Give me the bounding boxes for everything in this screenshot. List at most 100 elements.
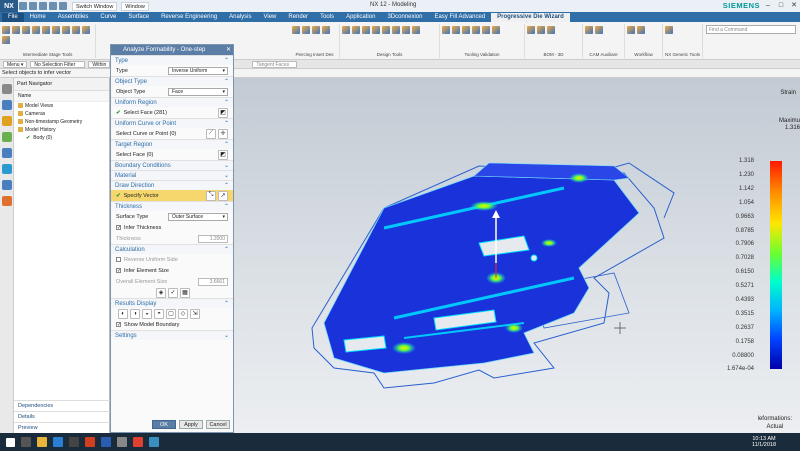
tab-analysis[interactable]: Analysis [223,13,257,22]
powerpoint-icon[interactable] [85,437,95,447]
point-dialog-icon[interactable]: ✛ [218,128,228,139]
calculate-icon[interactable]: ◈ [156,287,166,298]
tool-icon[interactable] [2,36,10,44]
ok-button[interactable]: OK [152,420,176,429]
part-navigator-icon[interactable] [2,100,12,110]
section-settings[interactable]: Settings ⌄ [111,330,233,340]
cancel-button[interactable]: Cancel [206,420,230,429]
tool-icon[interactable] [302,26,310,34]
tool-icon[interactable] [627,26,635,34]
save-icon[interactable] [19,2,27,10]
selection-filter-dropdown[interactable]: No Selection Filter [30,60,86,68]
apply-button[interactable]: Apply [179,420,203,429]
windows-start-icon[interactable] [6,437,15,447]
roles-icon[interactable] [2,196,12,206]
infer-thickness-checkbox[interactable]: ✓ [116,225,121,231]
tool-icon[interactable] [32,26,40,34]
clock[interactable]: 10:13 AM 11/1/2018 [752,436,776,448]
surface-type-dropdown[interactable]: Outer Surface [168,212,228,221]
select-curve-icon[interactable]: ⟋ [206,128,216,139]
settings-icon[interactable] [2,84,12,94]
tool-icon[interactable] [595,26,603,34]
tool-icon[interactable] [665,26,673,34]
tool-icon[interactable] [382,26,390,34]
result-flc-icon[interactable]: ◓ [154,308,164,319]
tool-icon[interactable] [547,26,555,34]
type-dropdown[interactable]: Inverse Uniform [168,66,228,75]
section-results-display[interactable]: Results Display ⌃ [111,298,233,308]
find-command-input[interactable]: Find a Command [706,25,796,34]
object-type-dropdown[interactable]: Face [168,87,228,96]
tool-icon[interactable] [482,26,490,34]
tree-item-model-history[interactable]: Model History [14,126,109,134]
tool-icon[interactable] [392,26,400,34]
tool-icon[interactable] [492,26,500,34]
details-panel[interactable]: Details [14,411,110,422]
maximize-icon[interactable]: □ [775,0,787,12]
mesh-icon[interactable]: ▦ [180,287,190,298]
result-blank-icon[interactable]: ▢ [166,308,176,319]
history-icon[interactable] [2,180,12,190]
thickness-input[interactable]: 1.2000 [198,234,228,243]
reverse-uniform-side-row[interactable]: Reverse Uniform Side [111,254,233,265]
minimize-icon[interactable]: – [762,0,774,12]
tool-icon[interactable] [442,26,450,34]
dependencies-panel[interactable]: Dependencies [14,400,110,411]
within-dropdown[interactable]: Within [88,60,111,68]
section-uniform-region[interactable]: Uniform Region ⌃ [111,97,233,107]
result-strain-icon[interactable]: ◑ [130,308,140,319]
tree-item-body[interactable]: ✔ Body (0) [14,134,109,142]
section-object-type[interactable]: Object Type ⌃ [111,76,233,86]
tab-easy-fill-advanced[interactable]: Easy Fill Advanced [428,13,491,22]
section-target-region[interactable]: Target Region ⌃ [111,139,233,149]
tab-3dconnexion[interactable]: 3Dconnexion [381,13,428,22]
task-view-icon[interactable] [21,437,31,447]
redo-icon[interactable] [39,2,47,10]
tab-file[interactable]: File [2,13,24,22]
copy-icon[interactable] [59,2,67,10]
tool-icon[interactable] [12,26,20,34]
reverse-direction-icon[interactable]: ⤡ [206,190,216,201]
switch-window-button[interactable]: Switch Window [72,1,118,11]
tree-item-model-views[interactable]: Model Views [14,102,109,110]
target-region-row[interactable]: Select Face (0) ◩ [111,149,233,160]
reverse-uniform-side-checkbox[interactable] [116,257,121,262]
tool-icon[interactable] [342,26,350,34]
tab-surface[interactable]: Surface [122,13,155,22]
reuse-library-icon[interactable] [2,148,12,158]
tool-icon[interactable] [402,26,410,34]
check-calculate-icon[interactable]: ✓ [168,287,178,298]
result-export-icon[interactable]: ⇲ [190,308,200,319]
word-icon[interactable] [101,437,111,447]
tool-icon[interactable] [292,26,300,34]
vector-type-icon[interactable]: ↗ [218,190,228,201]
tool-icon[interactable] [72,26,80,34]
tool-icon[interactable] [52,26,60,34]
section-uniform-curve[interactable]: Uniform Curve or Point ⌃ [111,118,233,128]
section-draw-direction[interactable]: Draw Direction ⌃ [111,180,233,190]
tool-icon[interactable] [42,26,50,34]
cut-icon[interactable] [49,2,57,10]
infer-element-size-checkbox[interactable]: ✓ [116,268,121,274]
infer-element-size-row[interactable]: ✓ Infer Element Size [111,265,233,276]
tab-application[interactable]: Application [340,13,381,22]
close-icon[interactable]: ✕ [788,0,800,12]
tab-reverse-engineering[interactable]: Reverse Engineering [155,13,223,22]
tool-icon[interactable] [312,26,320,34]
tab-curve[interactable]: Curve [94,13,122,22]
web-browser-icon[interactable] [2,164,12,174]
tool-icon[interactable] [527,26,535,34]
tool-icon[interactable] [22,26,30,34]
tool-icon[interactable] [472,26,480,34]
tool-icon[interactable] [537,26,545,34]
section-calculation[interactable]: Calculation ⌃ [111,244,233,254]
tab-progressive-die-wizard[interactable]: Progressive Die Wizard [491,13,570,22]
uniform-curve-row[interactable]: Select Curve or Point (0) ⟋ ✛ [111,128,233,139]
uniform-region-row[interactable]: ✔ Select Face (281) ◩ [111,107,233,118]
tool-icon[interactable] [62,26,70,34]
section-thickness[interactable]: Thickness ⌃ [111,201,233,211]
tree-item-cameras[interactable]: Cameras [14,110,109,118]
tab-tools[interactable]: Tools [314,13,340,22]
select-face-icon[interactable]: ◩ [218,107,228,118]
tab-assemblies[interactable]: Assemblies [52,13,95,22]
